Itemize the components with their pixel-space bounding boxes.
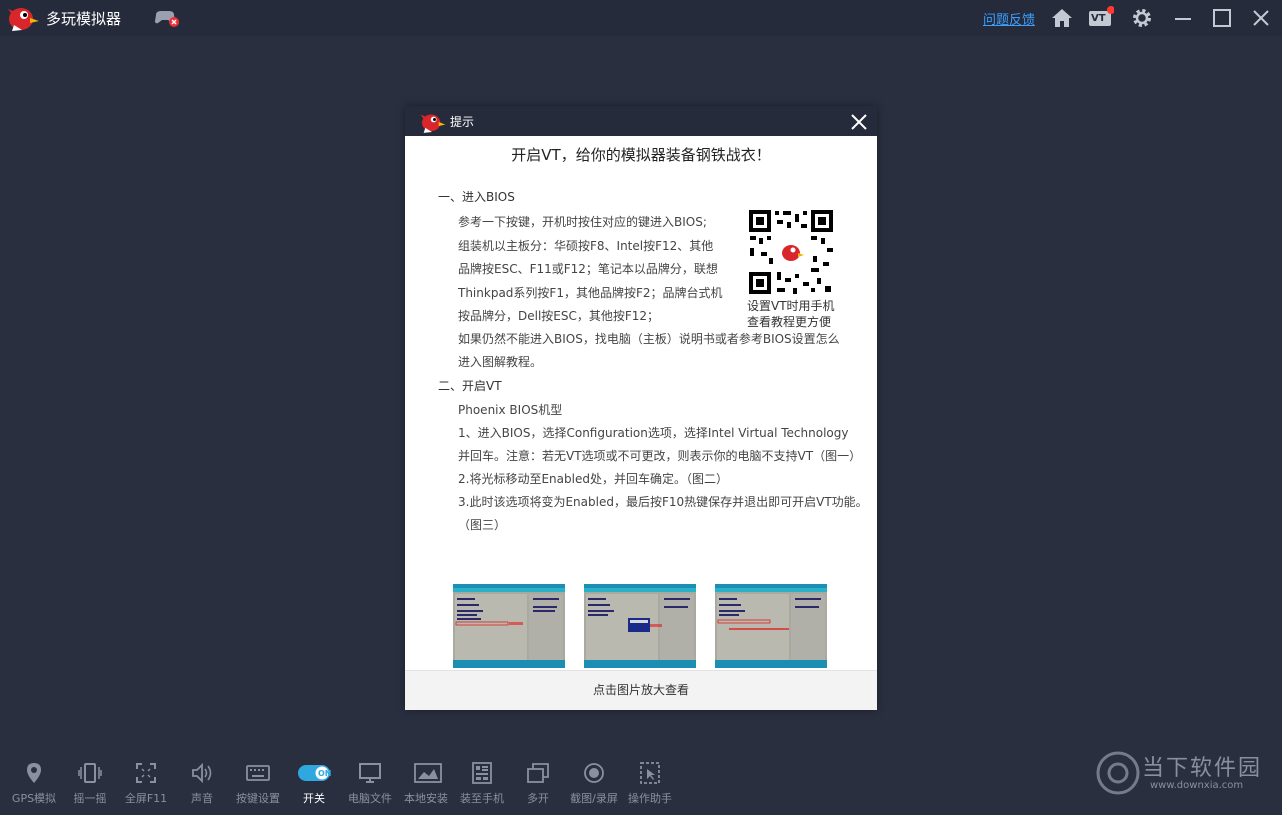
bios-screenshot-1[interactable] [453, 584, 565, 668]
section-vt-title: 二、开启VT [438, 379, 502, 393]
shake-icon [78, 763, 102, 783]
gear-icon[interactable] [1129, 5, 1155, 31]
bios-screenshot-3[interactable] [715, 584, 827, 668]
tool-assistant[interactable]: 操作助手 [622, 755, 678, 807]
vt-tip-dialog: 提示 开启VT，给你的模拟器装备钢铁战衣！ 一、进入BIOS 参考一下按键，开机… [405, 106, 877, 710]
dialog-body[interactable]: 开启VT，给你的模拟器装备钢铁战衣！ 一、进入BIOS 参考一下按键，开机时按住… [405, 136, 877, 670]
vt-line: 2.将光标移动至Enabled处，并回车确定。（图二） [458, 472, 728, 486]
dialog-close-icon[interactable] [849, 112, 869, 132]
tool-screenshot-record[interactable]: 截图/录屏 [566, 755, 622, 807]
bios-line: 品牌按ESC、F11或F12；笔记本以品牌分，联想 [458, 262, 718, 276]
tool-pc-files[interactable]: 电脑文件 [342, 755, 398, 807]
toggle-state-text: ON [318, 769, 332, 778]
vt-line: 1、进入BIOS，选择Configuration选项，选择Intel Virtu… [458, 426, 849, 440]
minimize-icon[interactable] [1170, 5, 1196, 31]
vt-line: 3.此时该选项将变为Enabled，最后按F10热键保存并退出即可开启VT功能。 [458, 495, 868, 509]
dialog-heading: 开启VT，给你的模拟器装备钢铁战衣！ [511, 146, 771, 164]
record-icon [584, 763, 604, 783]
assistant-icon [640, 762, 660, 784]
qr-caption: 设置VT时用手机 查看教程更方便 [747, 298, 847, 330]
tool-toggle[interactable]: ON 开关 [286, 755, 342, 807]
tool-sound[interactable]: 声音 [174, 755, 230, 807]
qr-caption-line: 设置VT时用手机 [747, 299, 835, 313]
watermark-url: www.downxia.com [1150, 780, 1244, 791]
dialog-logo-icon [420, 114, 446, 133]
vt-badge-label: VT [1091, 13, 1106, 24]
feedback-link[interactable]: 问题反馈 [983, 9, 1035, 28]
title-bar: 多玩模拟器 问题反馈 VT [0, 0, 1282, 36]
watermark-text: 当下软件园 [1142, 756, 1263, 781]
tool-keymap[interactable]: 按键设置 [230, 755, 286, 807]
bios-line: 如果仍然不能进入BIOS，找电脑（主板）说明书或者参考BIOS设置怎么 [458, 332, 840, 346]
tool-gps[interactable]: GPS模拟 [6, 755, 62, 807]
bios-line: 组装机以主板分：华硕按F8、Intel按F12、其他 [458, 239, 714, 253]
keyboard-icon [246, 765, 270, 781]
vt-status-icon[interactable]: VT [1088, 5, 1115, 31]
maximize-icon[interactable] [1209, 5, 1235, 31]
phone-install-icon [472, 762, 492, 784]
monitor-icon [359, 763, 381, 783]
bios-line: Thinkpad系列按F1，其他品牌按F2；品牌台式机 [458, 286, 723, 300]
multi-window-icon [527, 763, 549, 783]
close-icon[interactable] [1248, 5, 1274, 31]
tool-shake[interactable]: 摇一摇 [62, 755, 118, 807]
dialog-header: 提示 [405, 106, 877, 136]
bios-line: 进入图解教程。 [458, 355, 543, 369]
location-pin-icon [27, 763, 41, 783]
vt-line: Phoenix BIOS机型 [458, 403, 563, 417]
app-title: 多玩模拟器 [46, 10, 122, 28]
bottom-toolbar: GPS模拟 摇一摇 全屏F11 声音 按键设置 ON 开关 电脑文件 本地安装 … [0, 755, 1282, 815]
tool-multi-instance[interactable]: 多开 [510, 755, 566, 807]
enlarge-hint-bar[interactable]: 点击图片放大查看 [405, 670, 877, 710]
tool-label: 操作助手 [628, 792, 672, 805]
fullscreen-icon [136, 763, 156, 783]
bios-screenshot-2[interactable] [584, 584, 696, 668]
bios-line: 参考一下按键，开机时按住对应的键进入BIOS; [458, 215, 707, 229]
tool-local-install[interactable]: 本地安装 [398, 755, 454, 807]
tool-install-to-phone[interactable]: 装至手机 [454, 755, 510, 807]
section-bios-title: 一、进入BIOS [438, 190, 515, 204]
app-logo-icon [8, 8, 39, 31]
vt-line: （图三） [458, 518, 507, 532]
vt-line: 并回车。注意：若无VT选项或不可更改，则表示你的电脑不支持VT（图一） [458, 449, 862, 463]
home-icon[interactable] [1049, 5, 1075, 31]
speaker-icon [192, 762, 212, 784]
install-icon [414, 763, 442, 783]
dialog-title: 提示 [450, 115, 475, 129]
gamepad-disconnected-icon[interactable] [153, 7, 181, 29]
bios-line: 按品牌分，Dell按ESC，其他按F12； [458, 309, 660, 323]
qr-code-icon [747, 208, 835, 296]
tool-fullscreen[interactable]: 全屏F11 [118, 755, 174, 807]
qr-caption-line: 查看教程更方便 [747, 315, 832, 329]
